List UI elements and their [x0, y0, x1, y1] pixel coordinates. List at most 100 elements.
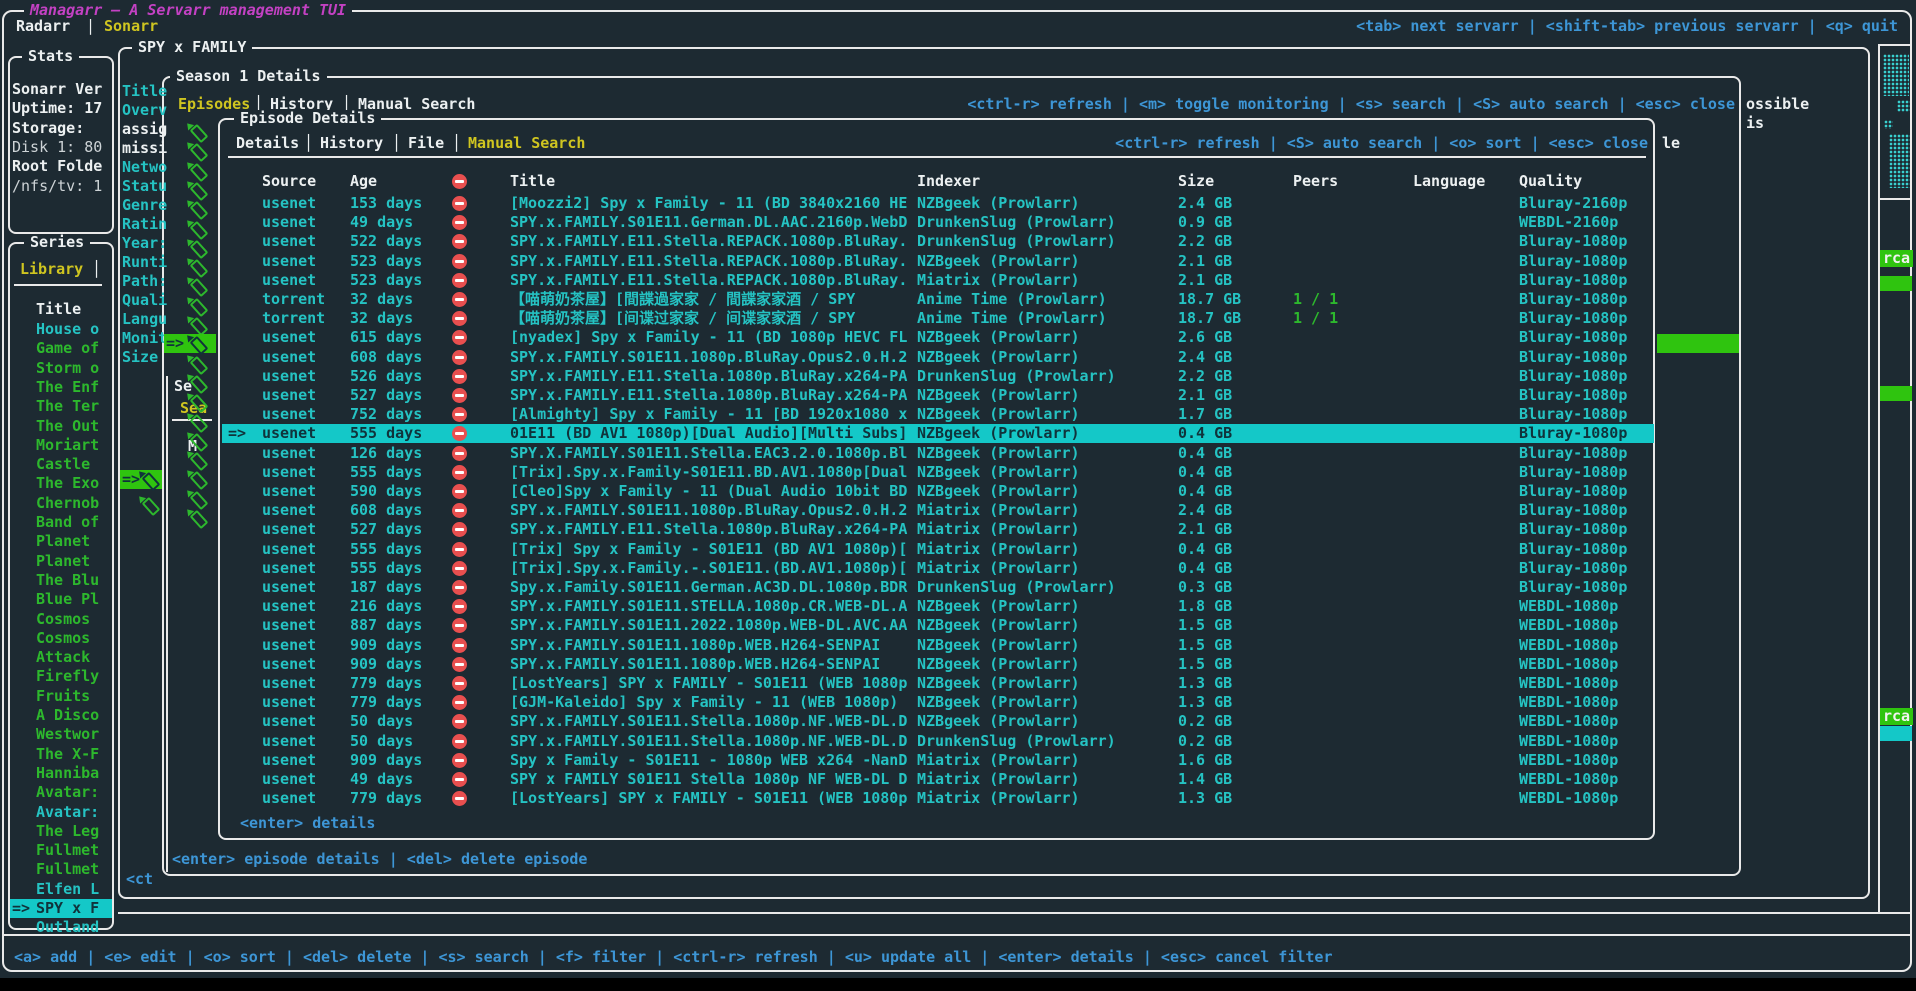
series-item[interactable]: =>SPY x F: [10, 899, 112, 918]
episode-monitor-row[interactable]: [164, 489, 216, 508]
series-item[interactable]: Cosmos: [10, 610, 112, 629]
table-row[interactable]: usenet526 daysSPY.x.FAMILY.E11.Stella.10…: [222, 367, 1654, 386]
column-header-language[interactable]: Language: [1413, 172, 1485, 191]
tab-library[interactable]: Library: [20, 260, 83, 279]
column-header-age[interactable]: Age: [350, 172, 377, 191]
episode-monitor-row[interactable]: [164, 392, 216, 411]
episode-monitor-row[interactable]: [164, 219, 216, 238]
series-item[interactable]: Attack: [10, 648, 112, 667]
series-item[interactable]: House o: [10, 320, 112, 339]
table-row[interactable]: torrent32 days【喵萌奶茶屋】[间谍过家家 / 间谍家家酒 / SP…: [222, 309, 1654, 328]
table-row[interactable]: =>usenet555 days01E11 (BD AV1 1080p)[Dua…: [222, 424, 1654, 443]
tab-file[interactable]: File: [408, 134, 444, 153]
table-row[interactable]: usenet555 days[Trix].Spy.x.Family-S01E11…: [222, 463, 1654, 482]
column-header-source[interactable]: Source: [262, 172, 316, 191]
table-row[interactable]: usenet527 daysSPY.x.FAMILY.E11.Stella.10…: [222, 520, 1654, 539]
table-row[interactable]: usenet752 days[Almighty] Spy x Family - …: [222, 405, 1654, 424]
series-item[interactable]: The Leg: [10, 822, 112, 841]
episode-monitor-row[interactable]: [164, 257, 216, 276]
series-item[interactable]: The Blu: [10, 571, 112, 590]
series-item[interactable]: The X-F: [10, 745, 112, 764]
series-item[interactable]: A Disco: [10, 706, 112, 725]
table-row[interactable]: usenet887 daysSPY.x.FAMILY.S01E11.2022.1…: [222, 616, 1654, 635]
episode-monitor-row[interactable]: [164, 315, 216, 334]
table-row[interactable]: usenet779 days[GJM-Kaleido] Spy x Family…: [222, 693, 1654, 712]
episode-monitor-row[interactable]: [164, 276, 216, 295]
episode-monitor-row[interactable]: [164, 296, 216, 315]
table-row[interactable]: usenet522 daysSPY.x.FAMILY.E11.Stella.RE…: [222, 232, 1654, 251]
series-item[interactable]: Hanniba: [10, 764, 112, 783]
series-item[interactable]: Fruits: [10, 687, 112, 706]
column-header-peers[interactable]: Peers: [1293, 172, 1338, 191]
episode-monitor-row[interactable]: [164, 412, 216, 431]
table-row[interactable]: usenet50 daysSPY.x.FAMILY.S01E11.Stella.…: [222, 732, 1654, 751]
episode-monitor-row[interactable]: [164, 469, 216, 488]
column-header-size[interactable]: Size: [1178, 172, 1214, 191]
episode-monitor-row[interactable]: [164, 238, 216, 257]
table-row[interactable]: usenet608 daysSPY.x.FAMILY.S01E11.1080p.…: [222, 501, 1654, 520]
table-row[interactable]: usenet909 daysSPY.x.FAMILY.S01E11.1080p.…: [222, 655, 1654, 674]
series-item[interactable]: Firefly: [10, 667, 112, 686]
table-row[interactable]: usenet187 daysSpy.x.Family.S01E11.German…: [222, 578, 1654, 597]
series-item[interactable]: The Exo: [10, 474, 112, 493]
series-item[interactable]: Elfen L: [10, 880, 112, 899]
series-item[interactable]: Cosmos: [10, 629, 112, 648]
table-row[interactable]: usenet555 days[Trix].Spy.x.Family.-.S01E…: [222, 559, 1654, 578]
tab-history[interactable]: History: [320, 134, 383, 153]
table-row[interactable]: usenet49 daysSPY x FAMILY S01E11 Stella …: [222, 770, 1654, 789]
series-item[interactable]: Castle: [10, 455, 112, 474]
table-row[interactable]: usenet779 days[LostYears] SPY x FAMILY -…: [222, 674, 1654, 693]
episode-monitor-row[interactable]: [164, 373, 216, 392]
episode-monitor-row[interactable]: [164, 199, 216, 218]
selected-season-row-fragment[interactable]: =>: [120, 470, 162, 489]
table-row[interactable]: usenet216 daysSPY.x.FAMILY.S01E11.STELLA…: [222, 597, 1654, 616]
series-item[interactable]: Blue Pl: [10, 590, 112, 609]
table-row[interactable]: usenet590 days[Cleo]Spy x Family - 11 (D…: [222, 482, 1654, 501]
series-item[interactable]: Storm o: [10, 359, 112, 378]
tab-radarr[interactable]: Radarr: [16, 17, 70, 36]
tab-sonarr[interactable]: Sonarr: [104, 17, 158, 36]
table-row[interactable]: usenet909 daysSpy x Family - S01E11 - 10…: [222, 751, 1654, 770]
series-item[interactable]: Moriart: [10, 436, 112, 455]
table-row[interactable]: usenet50 daysSPY.x.FAMILY.S01E11.Stella.…: [222, 712, 1654, 731]
table-row[interactable]: usenet126 daysSPY.X.FAMILY.S01E11.Stella…: [222, 444, 1654, 463]
table-row[interactable]: usenet153 days[Moozzi2] Spy x Family - 1…: [222, 194, 1654, 213]
table-row[interactable]: usenet523 daysSPY.x.FAMILY.E11.Stella.RE…: [222, 252, 1654, 271]
table-row[interactable]: usenet779 days[LostYears] SPY x FAMILY -…: [222, 789, 1654, 808]
episode-monitor-row[interactable]: [164, 180, 216, 199]
table-row[interactable]: usenet527 daysSPY.x.FAMILY.E11.Stella.10…: [222, 386, 1654, 405]
episode-monitor-row[interactable]: [164, 122, 216, 141]
episode-monitor-row[interactable]: =>: [164, 334, 216, 353]
series-item[interactable]: Avatar:: [10, 803, 112, 822]
table-row[interactable]: usenet49 daysSPY.x.FAMILY.S01E11.German.…: [222, 213, 1654, 232]
tab-details[interactable]: Details: [236, 134, 299, 153]
series-item[interactable]: Westwor: [10, 725, 112, 744]
series-item[interactable]: Outland: [10, 918, 112, 937]
series-item[interactable]: The Enf: [10, 378, 112, 397]
episode-monitor-row[interactable]: [164, 508, 216, 527]
episode-monitor-row[interactable]: [164, 161, 216, 180]
table-row[interactable]: usenet909 daysSPY.x.FAMILY.S01E11.1080p.…: [222, 636, 1654, 655]
series-item[interactable]: Planet: [10, 532, 112, 551]
episode-monitor-row[interactable]: [164, 450, 216, 469]
table-row[interactable]: torrent32 days【喵萌奶茶屋】[間諜過家家 / 間諜家家酒 / SP…: [222, 290, 1654, 309]
series-item[interactable]: Planet: [10, 552, 112, 571]
episode-monitor-row[interactable]: [164, 354, 216, 373]
series-item[interactable]: Fullmet: [10, 860, 112, 879]
table-row[interactable]: usenet615 days[nyadex] Spy x Family - 11…: [222, 328, 1654, 347]
series-item[interactable]: Fullmet: [10, 841, 112, 860]
table-row[interactable]: usenet608 daysSPY.x.FAMILY.S01E11.1080p.…: [222, 348, 1654, 367]
table-row[interactable]: usenet555 days[Trix] Spy x Family - S01E…: [222, 540, 1654, 559]
episode-monitor-row[interactable]: [164, 141, 216, 160]
column-header-quality[interactable]: Quality: [1519, 172, 1582, 191]
series-item[interactable]: Game of: [10, 339, 112, 358]
series-item[interactable]: Avatar:: [10, 783, 112, 802]
series-item[interactable]: The Out: [10, 417, 112, 436]
episode-monitor-row[interactable]: [164, 431, 216, 450]
table-row[interactable]: usenet523 daysSPY.x.FAMILY.E11.Stella.RE…: [222, 271, 1654, 290]
column-header-title[interactable]: Title: [510, 172, 555, 191]
series-item[interactable]: Band of: [10, 513, 112, 532]
column-header-indexer[interactable]: Indexer: [917, 172, 980, 191]
tab-manual-search[interactable]: Manual Search: [468, 134, 585, 153]
series-item[interactable]: Chernob: [10, 494, 112, 513]
